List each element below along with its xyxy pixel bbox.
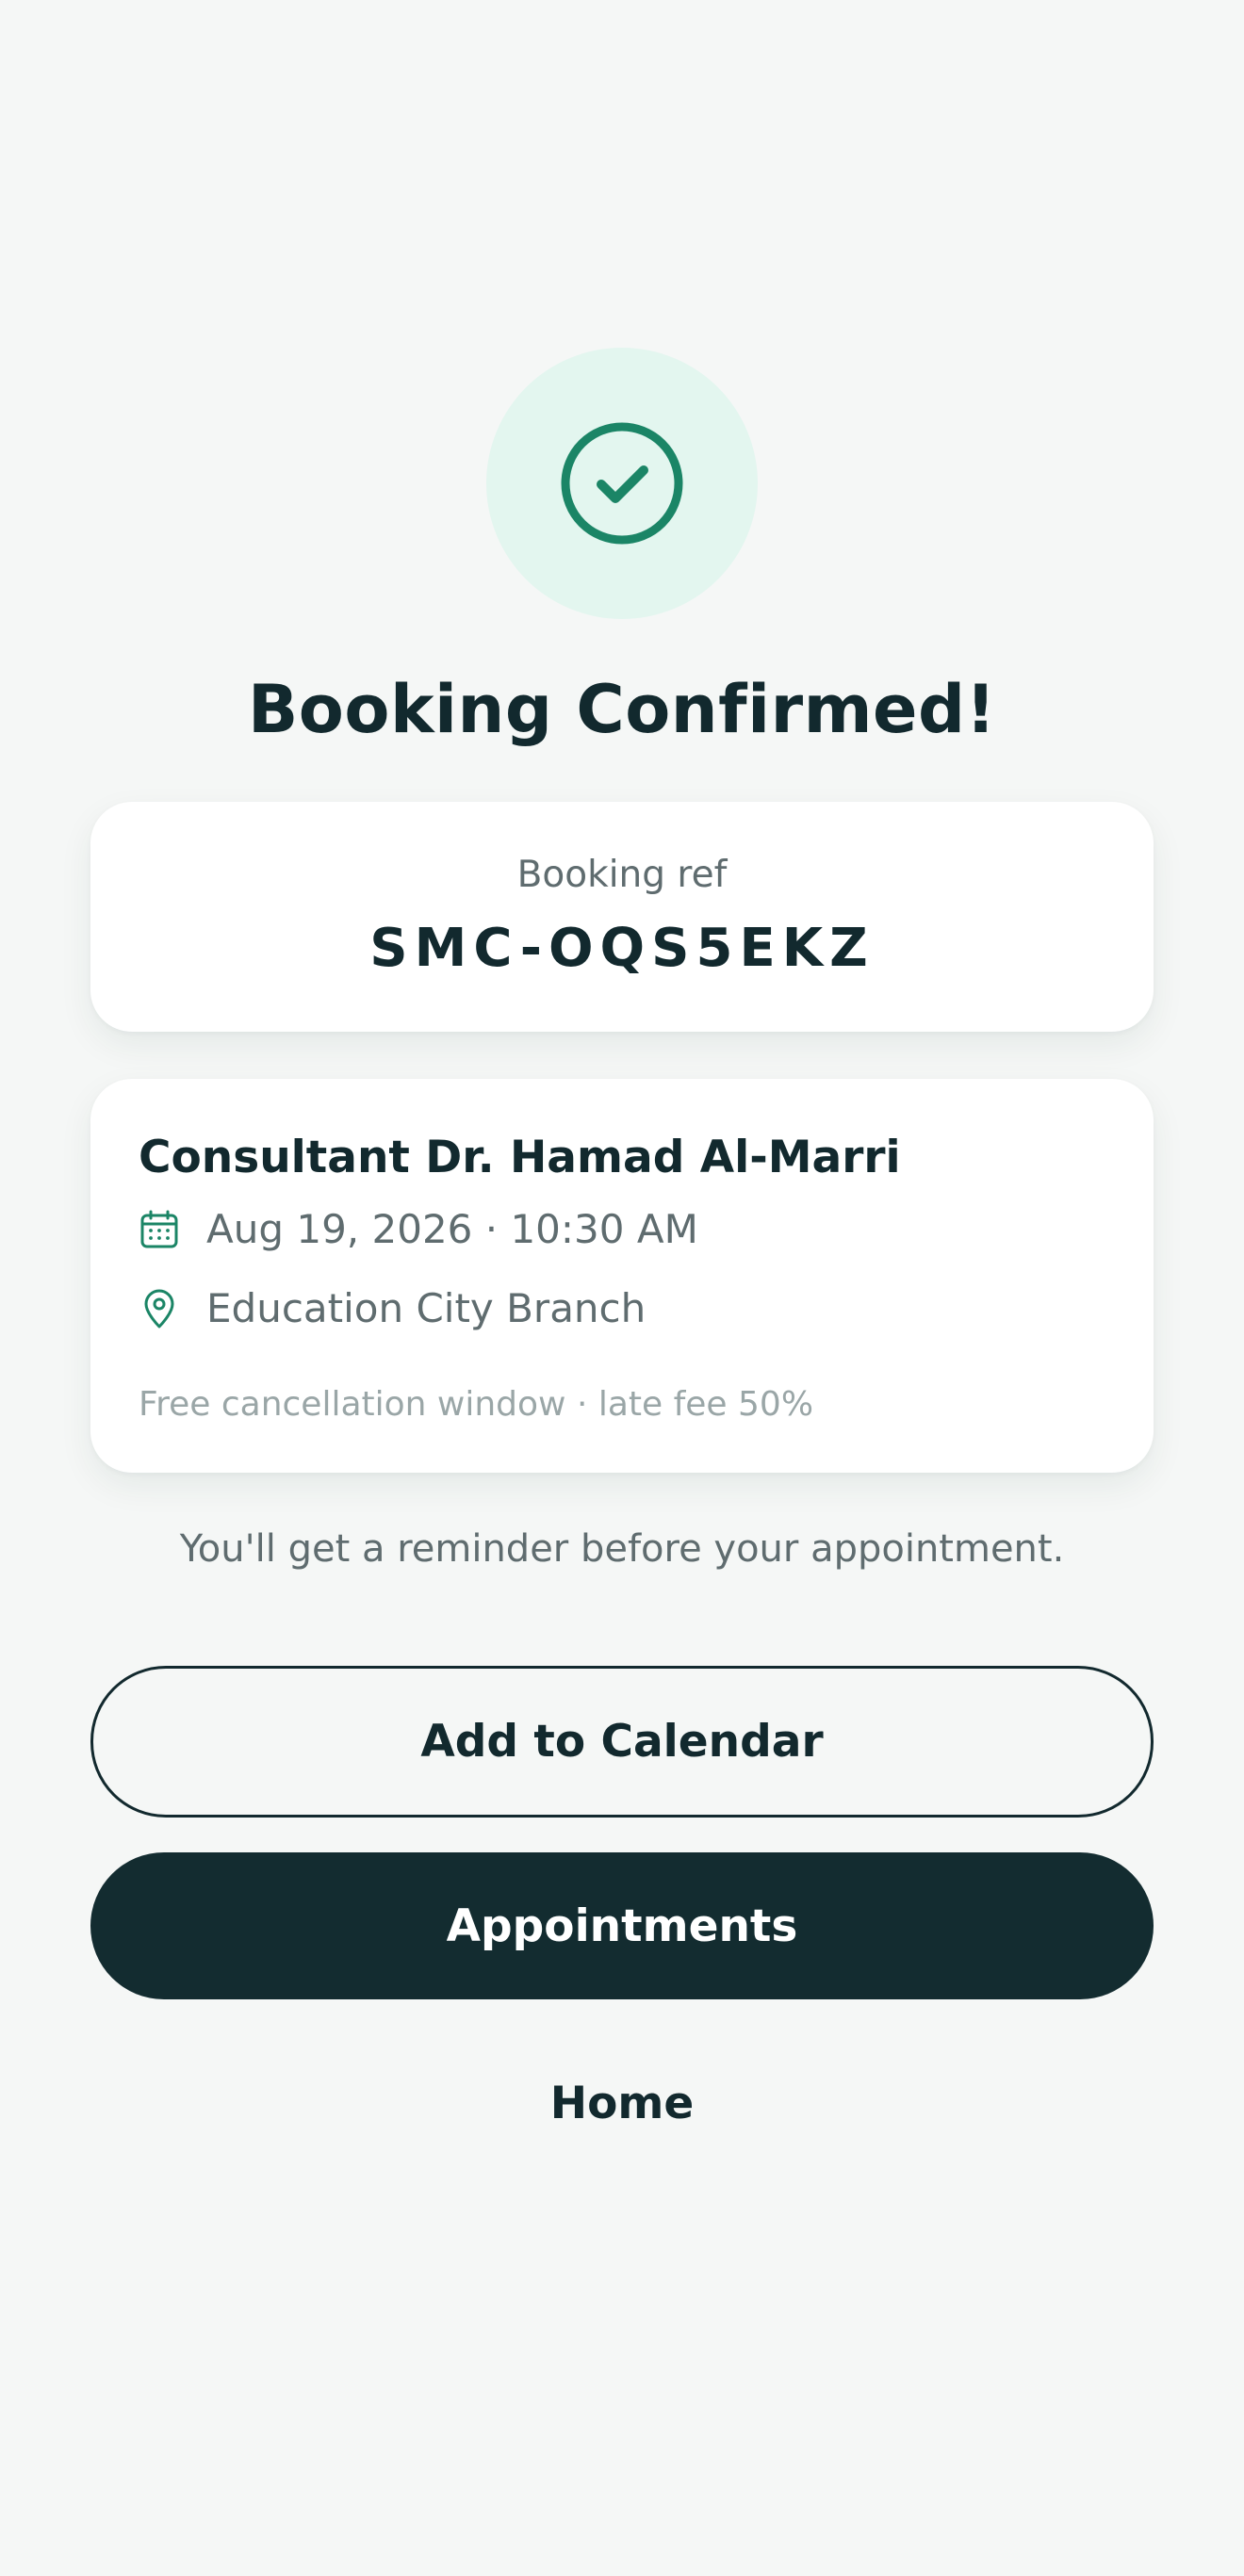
success-badge	[486, 348, 758, 619]
page-title: Booking Confirmed!	[247, 671, 997, 748]
calendar-icon	[140, 1210, 178, 1248]
add-to-calendar-button[interactable]: Add to Calendar	[90, 1666, 1154, 1818]
appointment-datetime-row: Aug 19, 2026 · 10:30 AM	[139, 1201, 698, 1258]
home-link[interactable]: Home	[0, 2071, 1244, 2137]
appointments-button[interactable]: Appointments	[90, 1852, 1154, 1999]
reminder-text: You'll get a reminder before your appoin…	[179, 1527, 1065, 1571]
appointment-datetime: Aug 19, 2026 · 10:30 AM	[206, 1206, 698, 1252]
cancellation-policy: Free cancellation window · late fee 50%	[139, 1385, 814, 1424]
booking-ref-card: Booking ref SMC-OQS5EKZ	[90, 802, 1154, 1032]
appointment-location-row: Education City Branch	[139, 1280, 646, 1337]
appointment-location: Education City Branch	[206, 1285, 647, 1331]
booking-ref-label: Booking ref	[516, 854, 728, 896]
check-circle-icon	[561, 422, 683, 545]
consultant-name: Consultant Dr. Hamad Al-Marri	[139, 1132, 901, 1183]
map-pin-icon	[144, 1289, 174, 1329]
booking-ref-code: SMC-OQS5EKZ	[369, 918, 875, 979]
booking-confirmation-screen: Booking Confirmed! Booking ref SMC-OQS5E…	[0, 0, 1244, 2576]
appointment-details-card: Consultant Dr. Hamad Al-Marri Aug 19, 20…	[90, 1079, 1154, 1473]
